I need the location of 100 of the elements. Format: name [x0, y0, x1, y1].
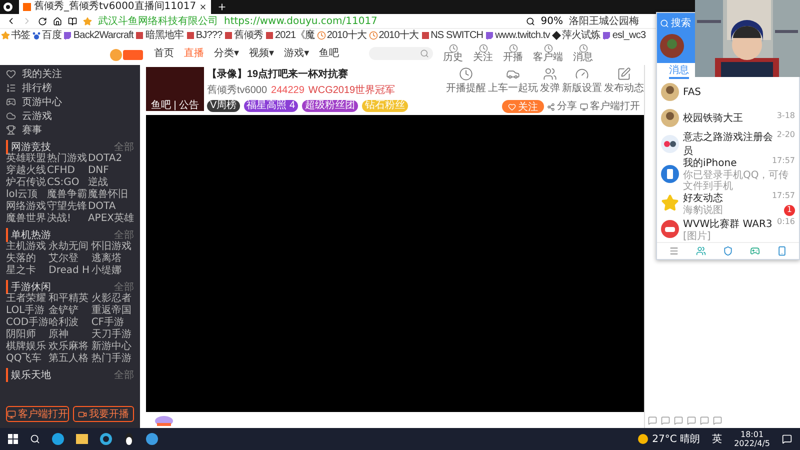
bookmark-label[interactable]: 萍火试炼 [562, 29, 600, 42]
bookmark-label[interactable]: 暗黑地牢 [145, 29, 184, 42]
close-icon[interactable] [199, 3, 208, 11]
chat-item[interactable]: 校园铁骑大王 3-18 [657, 105, 799, 132]
bookmark-label[interactable]: 2010十大 [326, 29, 367, 42]
chat-tool-icon[interactable] [661, 416, 670, 425]
bookmark-label[interactable]: BJ??? [196, 29, 222, 42]
category-link[interactable]: 第五人格 [48, 353, 92, 365]
bookmark-label[interactable]: NS SWITCH [430, 29, 484, 42]
chat-tool-icon[interactable] [713, 416, 722, 425]
header-label[interactable]: 开播 [503, 53, 524, 63]
category-link[interactable]: CF手游 [91, 317, 134, 329]
category-link[interactable]: DOTA2 [88, 153, 134, 165]
nav-link[interactable]: 分类▾ [214, 46, 240, 60]
home-icon[interactable] [53, 16, 62, 26]
category-link[interactable]: 热门游戏 [46, 153, 88, 165]
zoom-level[interactable]: 90% [540, 16, 563, 26]
header-label[interactable]: 消息 [573, 53, 594, 63]
bookmark[interactable]: 2010十大 [368, 29, 419, 42]
category-link[interactable]: CS:GO [46, 177, 88, 189]
category-link[interactable]: 魔兽世界 [6, 213, 47, 225]
new-tab-icon[interactable] [217, 2, 228, 12]
sidebar-item[interactable]: 我的关注 [22, 67, 62, 81]
star-icon[interactable] [83, 16, 92, 26]
bookmark[interactable]: 舊倾秀 [224, 29, 263, 42]
browser-tab[interactable]: 舊倾秀_舊倾秀tv6000直播间11017 [19, 0, 212, 14]
bookmark[interactable]: NS SWITCH [420, 29, 484, 42]
chat-item[interactable]: 意志之路游戏注册会员 2-20 [657, 131, 799, 158]
tool-label[interactable]: 开播提醒 [446, 81, 486, 95]
browser-icon[interactable] [52, 433, 64, 445]
category-link[interactable]: 决战! [46, 213, 88, 225]
header-icon[interactable] [478, 44, 488, 53]
nav-link[interactable]: 鱼吧 [319, 46, 340, 60]
contacts-icon[interactable] [696, 246, 706, 256]
chat-tool-icon[interactable] [648, 416, 657, 425]
share-link[interactable]: 分享 [547, 100, 577, 113]
category-link[interactable]: 守望先锋 [46, 201, 88, 213]
sidebar-item[interactable]: 排行榜 [22, 81, 52, 95]
chat-tool-icon[interactable] [687, 416, 696, 425]
clock[interactable]: 18:01 2022/4/5 [734, 430, 770, 448]
tool-label[interactable]: 新版设置 [562, 81, 602, 95]
header-icon[interactable] [578, 44, 588, 53]
bookmark[interactable]: BJ??? [186, 29, 222, 42]
category-link[interactable]: 星之卡 [6, 265, 49, 277]
bookmark[interactable]: 2010十大 [316, 29, 367, 42]
category-link[interactable]: 热门手游 [91, 353, 134, 365]
bookmark-label[interactable]: 书签 [11, 29, 30, 42]
category-link[interactable]: 天刀手游 [91, 329, 134, 341]
bookmark-label[interactable]: 2021《魔 [275, 29, 315, 42]
category-link[interactable]: 怀旧游戏 [91, 241, 134, 253]
ime-indicator[interactable]: 英 [712, 432, 722, 446]
category-link[interactable]: DNF [88, 165, 134, 177]
bookmark-label[interactable]: 2010十大 [378, 29, 419, 42]
category-link[interactable]: 逆战 [88, 177, 134, 189]
category-link[interactable]: 金铲铲 [48, 305, 92, 317]
sidebar-item[interactable]: 页游中心 [22, 95, 62, 109]
category-link[interactable]: COD手游 [6, 317, 49, 329]
chat-item[interactable]: 我的iPhone 17:57 你已登录手机QQ，可传文件到手机 [657, 157, 799, 190]
category-link[interactable]: 魔兽怀旧 [88, 189, 134, 201]
chat-item[interactable]: FAS [657, 79, 799, 106]
client-link[interactable]: 客户端打开 [580, 100, 640, 113]
category-link[interactable]: 炉石传说 [6, 177, 47, 189]
header-icon[interactable] [544, 44, 553, 53]
globe-icon[interactable] [146, 433, 158, 445]
chat-tool-icon[interactable] [674, 416, 683, 425]
notification-icon[interactable] [782, 434, 792, 444]
category-link[interactable]: 网络游戏 [6, 201, 47, 213]
category-link[interactable]: 欢乐麻将 [48, 341, 92, 353]
category-link[interactable]: 失落的 [6, 253, 49, 265]
bookmark-label[interactable]: www.twitch.tv [495, 29, 550, 42]
category-link[interactable]: 新游中心 [91, 341, 134, 353]
bookmark[interactable]: 暗黑地牢 [135, 29, 184, 42]
category-link[interactable]: 英雄联盟 [6, 153, 47, 165]
category-link[interactable]: 阴阳师 [6, 329, 49, 341]
header-label[interactable]: 历史 [443, 53, 464, 63]
tool-label[interactable]: 发布动态 [604, 81, 644, 95]
bookmark-label[interactable]: 百度 [42, 29, 62, 42]
category-link[interactable]: 主机游戏 [6, 241, 49, 253]
category-link[interactable]: 魔兽争霸 [46, 189, 88, 201]
bookmark[interactable]: 萍火试炼 [552, 29, 600, 42]
bookmark-label[interactable]: esl_wc3 [612, 29, 646, 42]
chat-tool-icon[interactable] [700, 416, 709, 425]
category-link[interactable]: 棋牌娱乐 [6, 341, 49, 353]
menu-icon[interactable] [668, 246, 679, 256]
category-link[interactable]: 小缇娜 [91, 265, 134, 277]
sidebar-item[interactable]: 赛事 [22, 123, 42, 137]
tool-label[interactable]: 发弹 [540, 81, 560, 95]
header-icon[interactable] [448, 44, 458, 53]
category-link[interactable]: 逃离塔 [91, 253, 134, 265]
search-icon[interactable] [30, 434, 40, 444]
start-stream-button[interactable]: 我要开播 [73, 406, 134, 422]
category-link[interactable]: LOL手游 [6, 305, 49, 317]
nav-link[interactable]: 首页 [154, 46, 174, 60]
category-link[interactable]: 艾尔登 [48, 253, 92, 265]
category-link[interactable]: 哈利波 [48, 317, 92, 329]
header-label[interactable]: 客户端 [533, 53, 564, 63]
category-link[interactable]: CFHD [46, 165, 88, 177]
bookmark[interactable]: 百度 [32, 29, 62, 42]
phone-icon[interactable] [777, 246, 788, 256]
category-link[interactable]: 王者荣耀 [6, 293, 49, 305]
